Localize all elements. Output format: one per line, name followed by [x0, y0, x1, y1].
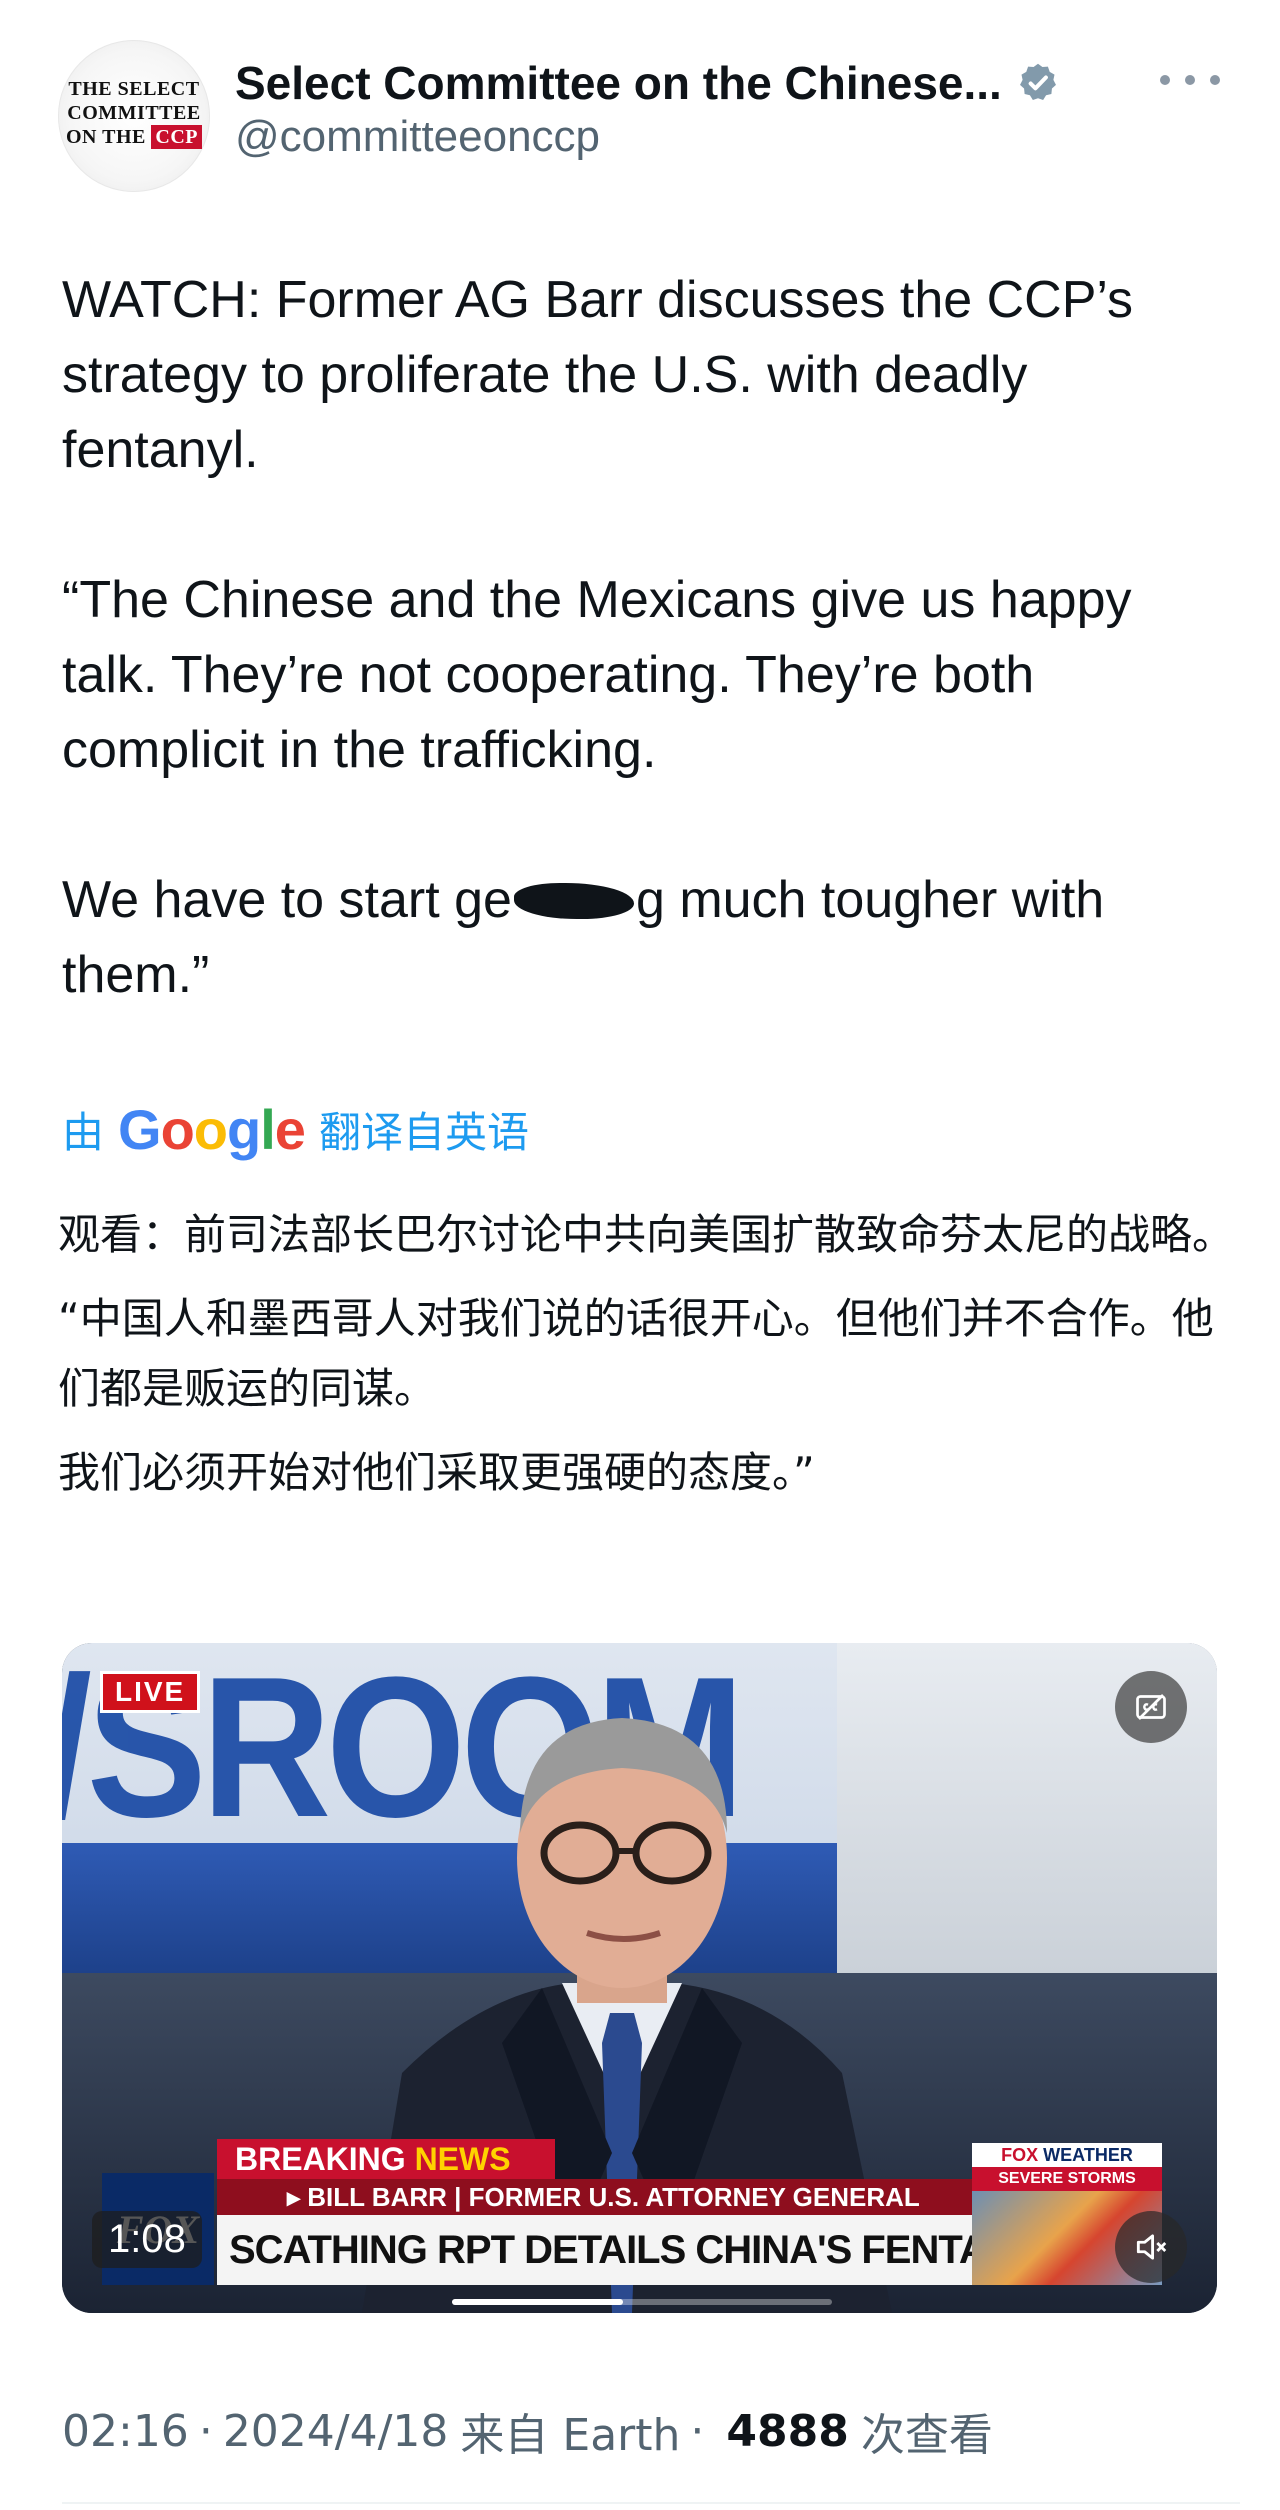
- translated-paragraph-1: 观看：前司法部长巴尔讨论中共向美国扩散致命芬太尼的战略。: [58, 1210, 1235, 1259]
- tweet-paragraph-3-start: We have to start ge: [62, 871, 512, 929]
- view-count[interactable]: 4888: [726, 2406, 848, 2457]
- tweet-meta: 02:16 · 2024/4/18 来自 Earth · 4888 次查看: [62, 2396, 993, 2466]
- tweet-paragraph-2: “The Chinese and the Mexicans give us ha…: [62, 571, 1132, 779]
- tweet-source: 来自 Earth: [460, 2410, 681, 2461]
- divider: [62, 2502, 1240, 2504]
- avatar-ccp-box: CCP: [151, 125, 202, 149]
- video-time: 1:08: [92, 2211, 202, 2268]
- live-badge: LIVE: [100, 1671, 201, 1713]
- tweet-time[interactable]: 02:16: [62, 2406, 189, 2457]
- author-name-row: Select Committee on the Chinese...: [235, 50, 1060, 116]
- meta-separator: ·: [690, 2405, 705, 2457]
- mute-icon[interactable]: [1115, 2211, 1187, 2283]
- more-dot: [1210, 75, 1220, 85]
- verified-badge-icon: [1019, 63, 1056, 101]
- translated-paragraph-2: “中国人和墨西哥人对我们说的话很开心。但他们并不合作。他们都是贩运的同谋。: [58, 1294, 1214, 1413]
- captions-icon[interactable]: [1115, 1671, 1187, 1743]
- breaking-word: BREAKING: [235, 2141, 406, 2177]
- captions-glyph: [1136, 1694, 1166, 1720]
- weather-subtitle: SEVERE STORMS: [972, 2167, 1162, 2191]
- breaking-news-banner: BREAKING NEWS: [217, 2139, 555, 2179]
- video-progress-fill: [452, 2299, 623, 2305]
- more-dots-icon[interactable]: [1160, 60, 1220, 100]
- avatar[interactable]: THE SELECT COMMITTEE ON THE CCP: [58, 40, 210, 192]
- headline-bar: SCATHING RPT DETAILS CHINA'S FENTANYL PR…: [217, 2215, 1049, 2285]
- translate-attribution[interactable]: 由 Google 翻译自英语: [62, 1096, 529, 1162]
- translate-by-label: 由: [62, 1107, 105, 1157]
- tweet-paragraph-3: We have to start ge g much tougher with t…: [62, 863, 1232, 1013]
- avatar-line-3-text: ON THE: [66, 126, 146, 148]
- tweet-paragraph-1: WATCH: Former AG Barr discusses the CCP’…: [62, 271, 1134, 479]
- weather-title-fox: FOX: [1001, 2145, 1039, 2165]
- news-word: NEWS: [414, 2141, 511, 2177]
- mute-glyph: [1136, 2234, 1167, 2260]
- view-count-label: 次查看: [860, 2410, 993, 2461]
- weather-title: FOX WEATHER: [972, 2143, 1162, 2167]
- video-player[interactable]: /SROOM LIVE BREAKING NEWS ▸ BILL BARR | …: [62, 1643, 1217, 2313]
- translated-paragraph-3: 我们必须开始对他们采取更强硬的态度。”: [58, 1448, 815, 1497]
- more-dot: [1185, 75, 1195, 85]
- video-progress-bar[interactable]: [452, 2299, 832, 2305]
- translate-from-label: 翻译自英语: [318, 1107, 529, 1157]
- author-handle[interactable]: @committeeonccp: [235, 112, 600, 162]
- translated-text: 观看：前司法部长巴尔讨论中共向美国扩散致命芬太尼的战略。 “中国人和墨西哥人对我…: [58, 1200, 1238, 1522]
- meta-separator: ·: [198, 2405, 213, 2457]
- censor-scribble: [513, 883, 634, 919]
- speaker-name-bar: ▸ BILL BARR | FORMER U.S. ATTORNEY GENER…: [217, 2179, 1047, 2215]
- avatar-line-2: COMMITTEE: [67, 102, 201, 124]
- author-display-name[interactable]: Select Committee on the Chinese...: [235, 56, 1002, 110]
- tweet-date[interactable]: 2024/4/18: [223, 2406, 449, 2457]
- avatar-line-3: ON THE CCP: [66, 125, 202, 149]
- avatar-line-1: THE SELECT: [68, 78, 200, 100]
- google-logo: Google: [118, 1097, 306, 1161]
- weather-title-rest: WEATHER: [1038, 2145, 1133, 2165]
- more-dot: [1160, 75, 1170, 85]
- tweet-text: WATCH: Former AG Barr discusses the CCP’…: [62, 263, 1232, 1013]
